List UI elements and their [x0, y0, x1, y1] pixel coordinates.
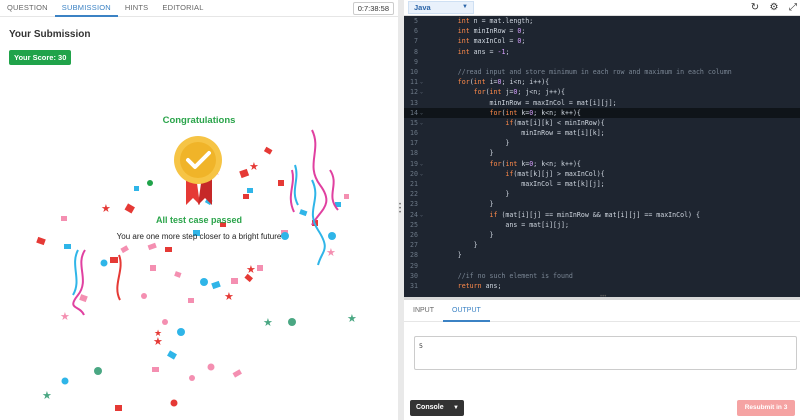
drag-handle-icon: ••• — [399, 202, 402, 216]
io-tabs: INPUT OUTPUT — [404, 300, 800, 322]
code-lines: 5 int n = mat.length; 6 int minInRow = 0… — [404, 16, 800, 291]
code-line: 16 minInRow = mat[i][k]; — [410, 129, 605, 138]
caret-down-icon: ▼ — [453, 405, 459, 411]
chevron-down-icon: ▼ — [462, 4, 468, 10]
code-line: 29 — [410, 261, 418, 270]
code-line: 22 } — [410, 190, 510, 199]
medal-icon — [174, 136, 222, 205]
code-line: 11 ⌄ for(int i=0; i<n; i++){ — [410, 78, 550, 87]
code-line: 20 ⌄ if(mat[k][j] > maxInCol){ — [410, 169, 605, 178]
svg-text:★: ★ — [60, 310, 70, 323]
svg-text:★: ★ — [249, 160, 259, 173]
svg-text:★: ★ — [263, 316, 273, 329]
code-line: 6 int minInRow = 0; — [414, 27, 526, 36]
code-line: 28 } — [410, 251, 462, 260]
editor-toolbar: Java ▼ ↻ ⚙ ⤢ — [404, 0, 800, 16]
tab-input[interactable]: INPUT — [404, 300, 443, 322]
code-line: 8 int ans = -1; — [414, 47, 510, 56]
code-line: 19 ⌄ for(int k=0; k<n; k++){ — [410, 159, 581, 168]
console-label: Console — [416, 404, 444, 411]
language-select[interactable]: Java ▼ — [408, 1, 474, 14]
svg-text:★: ★ — [224, 290, 234, 303]
fullscreen-icon[interactable]: ⤢ — [787, 2, 799, 14]
svg-text:★: ★ — [347, 312, 357, 325]
code-line: 27 } — [410, 241, 478, 250]
code-line: 7 int maxInCol = 0; — [414, 37, 526, 46]
io-panel: INPUT OUTPUT 5 Console ▼ Resubmit in 3 — [404, 300, 800, 420]
code-line-active: 14 ⌄ for(int k=0; k<n; k++){ — [404, 107, 800, 118]
code-line: 23 } — [410, 200, 494, 209]
resubmit-button[interactable]: Resubmit in 3 — [737, 400, 795, 416]
settings-icon[interactable]: ⚙ — [768, 2, 780, 14]
code-line: 9 — [414, 57, 418, 66]
app-root: QUESTION SUBMISSION HINTS EDITORIAL 0:7:… — [0, 0, 800, 420]
code-line: 10 //read input and store minimum in eac… — [410, 67, 732, 76]
reset-icon[interactable]: ↻ — [749, 2, 761, 14]
code-line: 26 } — [410, 230, 494, 239]
code-line: 18 } — [410, 149, 494, 158]
code-line: 21 maxInCol = mat[k][j]; — [410, 180, 605, 188]
tab-output[interactable]: OUTPUT — [443, 300, 490, 322]
language-value: Java — [414, 3, 431, 12]
svg-text:★: ★ — [42, 389, 52, 402]
svg-text:★: ★ — [246, 263, 256, 276]
svg-text:★: ★ — [154, 329, 162, 339]
tests-passed-label: All test case passed — [155, 215, 243, 225]
code-line: 12 ⌄ for(int j=0; j<n; j++){ — [410, 88, 566, 97]
encouragement-message: You are one more step closer to a bright… — [116, 232, 282, 241]
code-line: 24 ⌄ if (mat[i][j] == minInRow && mat[i][… — [410, 210, 700, 219]
code-line: 31 return ans; — [410, 281, 502, 290]
svg-text:★: ★ — [326, 246, 336, 259]
code-line: 30 //if no such element is found — [410, 271, 573, 280]
confetti-decoration: ★ ★ ★ ★ ★ ★ ★ ★ ★ ★ ★ ★ — [36, 129, 357, 411]
code-line: 5 int n = mat.length; — [414, 17, 534, 25]
code-line: 15 ⌄ if(mat[i][k] < minInRow){ — [410, 118, 605, 127]
svg-text:★: ★ — [101, 202, 111, 215]
left-pane: QUESTION SUBMISSION HINTS EDITORIAL 0:7:… — [0, 0, 398, 420]
code-line: 13 minInRow = maxInCol = mat[i][j]; — [410, 98, 617, 107]
code-line: 17 } — [410, 139, 510, 148]
code-line: 25 ans = mat[i][j]; — [410, 220, 569, 229]
output-box[interactable]: 5 — [414, 336, 797, 370]
code-editor[interactable]: Java ▼ ↻ ⚙ ⤢ 5 int n = mat.length; 6 int… — [404, 0, 800, 297]
console-button[interactable]: Console ▼ — [410, 400, 464, 416]
congrats-heading: Congratulations — [162, 115, 236, 126]
